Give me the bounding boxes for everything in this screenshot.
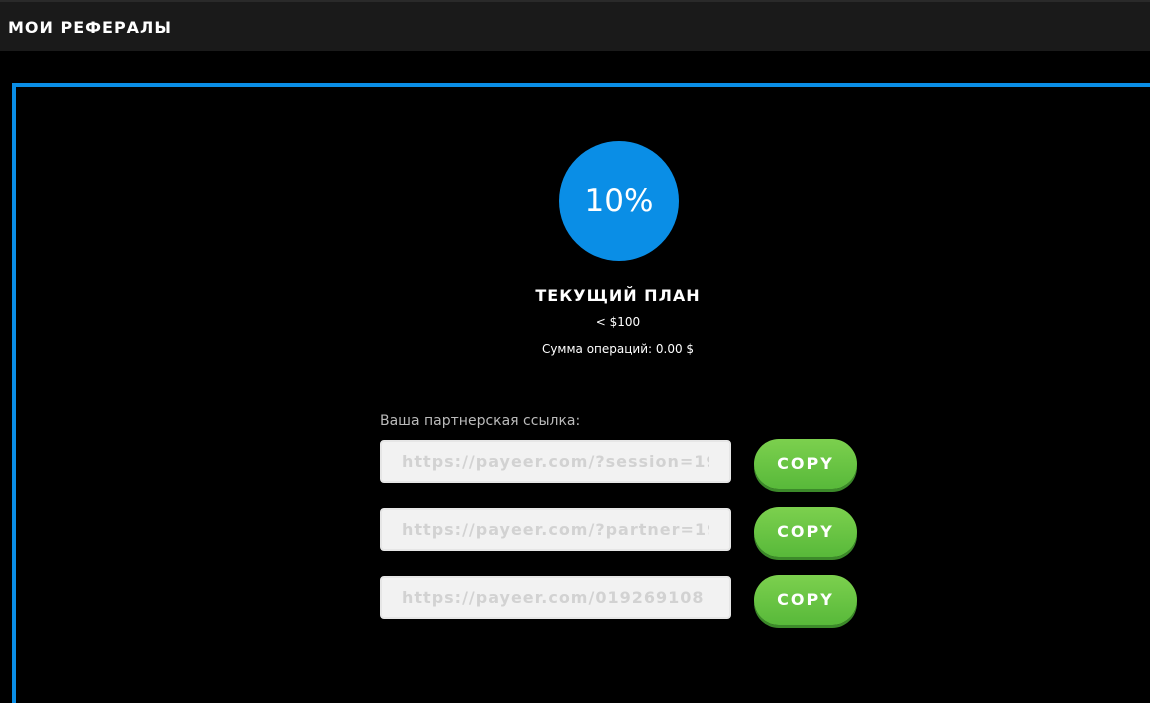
- referral-link-label: Ваша партнерская ссылка:: [380, 413, 581, 429]
- copy-id-link-button[interactable]: COPY: [754, 575, 857, 625]
- commission-percent-circle: 10%: [559, 141, 679, 261]
- copy-session-link-button[interactable]: COPY: [754, 439, 857, 489]
- referral-link-field-id[interactable]: [380, 576, 731, 619]
- page-title: МОИ РЕФЕРАЛЫ: [8, 18, 172, 37]
- page-header: МОИ РЕФЕРАЛЫ: [0, 0, 1150, 51]
- plan-limit: < $100: [595, 315, 641, 329]
- copy-partner-link-button[interactable]: COPY: [754, 507, 857, 557]
- plan-title: ТЕКУЩИЙ ПЛАН: [535, 286, 701, 305]
- commission-percent: 10%: [584, 183, 654, 219]
- referral-link-field-session[interactable]: [380, 440, 731, 483]
- plan-sum: Сумма операций: 0.00 $: [541, 342, 695, 356]
- referral-link-field-partner[interactable]: [380, 508, 731, 551]
